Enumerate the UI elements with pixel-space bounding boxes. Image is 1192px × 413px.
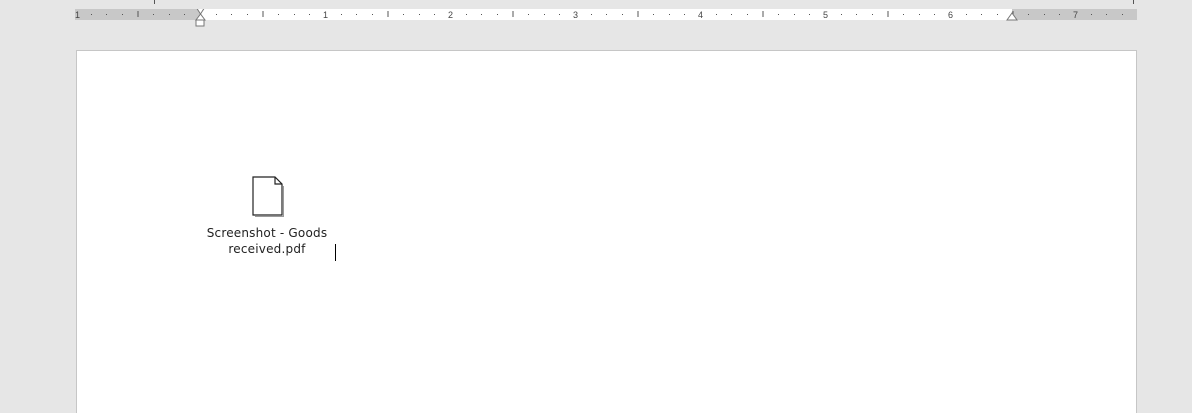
ruler-dot <box>1028 14 1029 15</box>
ruler-dot <box>966 14 967 15</box>
ruler-number: 7 <box>1073 10 1078 20</box>
ruler-dot <box>997 14 998 15</box>
ruler-dot <box>497 14 498 15</box>
ruler-dot <box>903 14 904 15</box>
ruler-dot <box>231 14 232 15</box>
ruler-graphic: 1 1 2 3 4 5 6 7 <box>75 9 1137 27</box>
top-toolbar-edge <box>0 0 1192 4</box>
document-page[interactable]: Screenshot - Goods received.pdf <box>76 50 1137 413</box>
ruler-dot <box>184 14 185 15</box>
document-file-icon <box>252 176 284 217</box>
ruler-dot <box>919 14 920 15</box>
ruler-dot <box>169 14 170 15</box>
ruler-dot <box>466 14 467 15</box>
ruler-dot <box>606 14 607 15</box>
embedded-pdf-attachment[interactable]: Screenshot - Goods received.pdf <box>197 175 337 257</box>
ruler-dot <box>528 14 529 15</box>
edge-tick <box>1133 0 1134 4</box>
ruler-number: 5 <box>823 10 828 20</box>
ruler-dot <box>294 14 295 15</box>
ruler-dot <box>153 14 154 15</box>
ruler-dot <box>91 14 92 15</box>
ruler-dot <box>731 14 732 15</box>
ruler-dot <box>809 14 810 15</box>
ruler-number: 6 <box>948 10 953 20</box>
attachment-file-name-line-1: Screenshot - Goods <box>206 226 328 240</box>
ruler-dot <box>778 14 779 15</box>
ruler-dot <box>1059 14 1060 15</box>
ruler-dot <box>1122 14 1123 15</box>
ruler-dot <box>216 14 217 15</box>
ruler-number: 2 <box>448 10 453 20</box>
ruler-dot <box>622 14 623 15</box>
ruler-dot <box>747 14 748 15</box>
left-indent-marker[interactable] <box>195 19 205 27</box>
ruler-dot <box>684 14 685 15</box>
ruler-dot <box>309 14 310 15</box>
ruler-dot <box>872 14 873 15</box>
ruler-dot <box>1044 14 1045 15</box>
ruler-dot <box>794 14 795 15</box>
ruler-dot <box>559 14 560 15</box>
ruler-dot <box>481 14 482 15</box>
ruler-dot <box>1106 14 1107 15</box>
ruler-dot <box>856 14 857 15</box>
ruler-dot <box>841 14 842 15</box>
ruler-dot <box>544 14 545 15</box>
ruler-dot <box>434 14 435 15</box>
ruler-number: 1 <box>75 10 80 20</box>
ruler-dot <box>934 14 935 15</box>
ruler-dot <box>716 14 717 15</box>
ruler-dot <box>341 14 342 15</box>
ruler-dot <box>372 14 373 15</box>
ruler-dot <box>419 14 420 15</box>
ruler-dot <box>1091 14 1092 15</box>
attachment-file-name-line-2: received.pdf <box>228 242 306 256</box>
ruler-dot <box>669 14 670 15</box>
horizontal-ruler[interactable]: 1 1 2 3 4 5 6 7 <box>75 9 1137 27</box>
ruler-dot <box>356 14 357 15</box>
ruler-dot <box>278 14 279 15</box>
ruler-dot <box>122 14 123 15</box>
text-cursor <box>335 244 336 261</box>
edge-tick <box>154 0 155 4</box>
ruler-number: 3 <box>573 10 578 20</box>
ruler-dot <box>591 14 592 15</box>
ruler-dot <box>247 14 248 15</box>
word-document-view: 1 1 2 3 4 5 6 7 Screenshot - Goods recei… <box>0 0 1192 413</box>
ruler-dot <box>653 14 654 15</box>
ruler-dot <box>403 14 404 15</box>
ruler-number: 1 <box>323 10 328 20</box>
ruler-dot <box>106 14 107 15</box>
ruler-dot <box>981 14 982 15</box>
ruler-number: 4 <box>698 10 703 20</box>
